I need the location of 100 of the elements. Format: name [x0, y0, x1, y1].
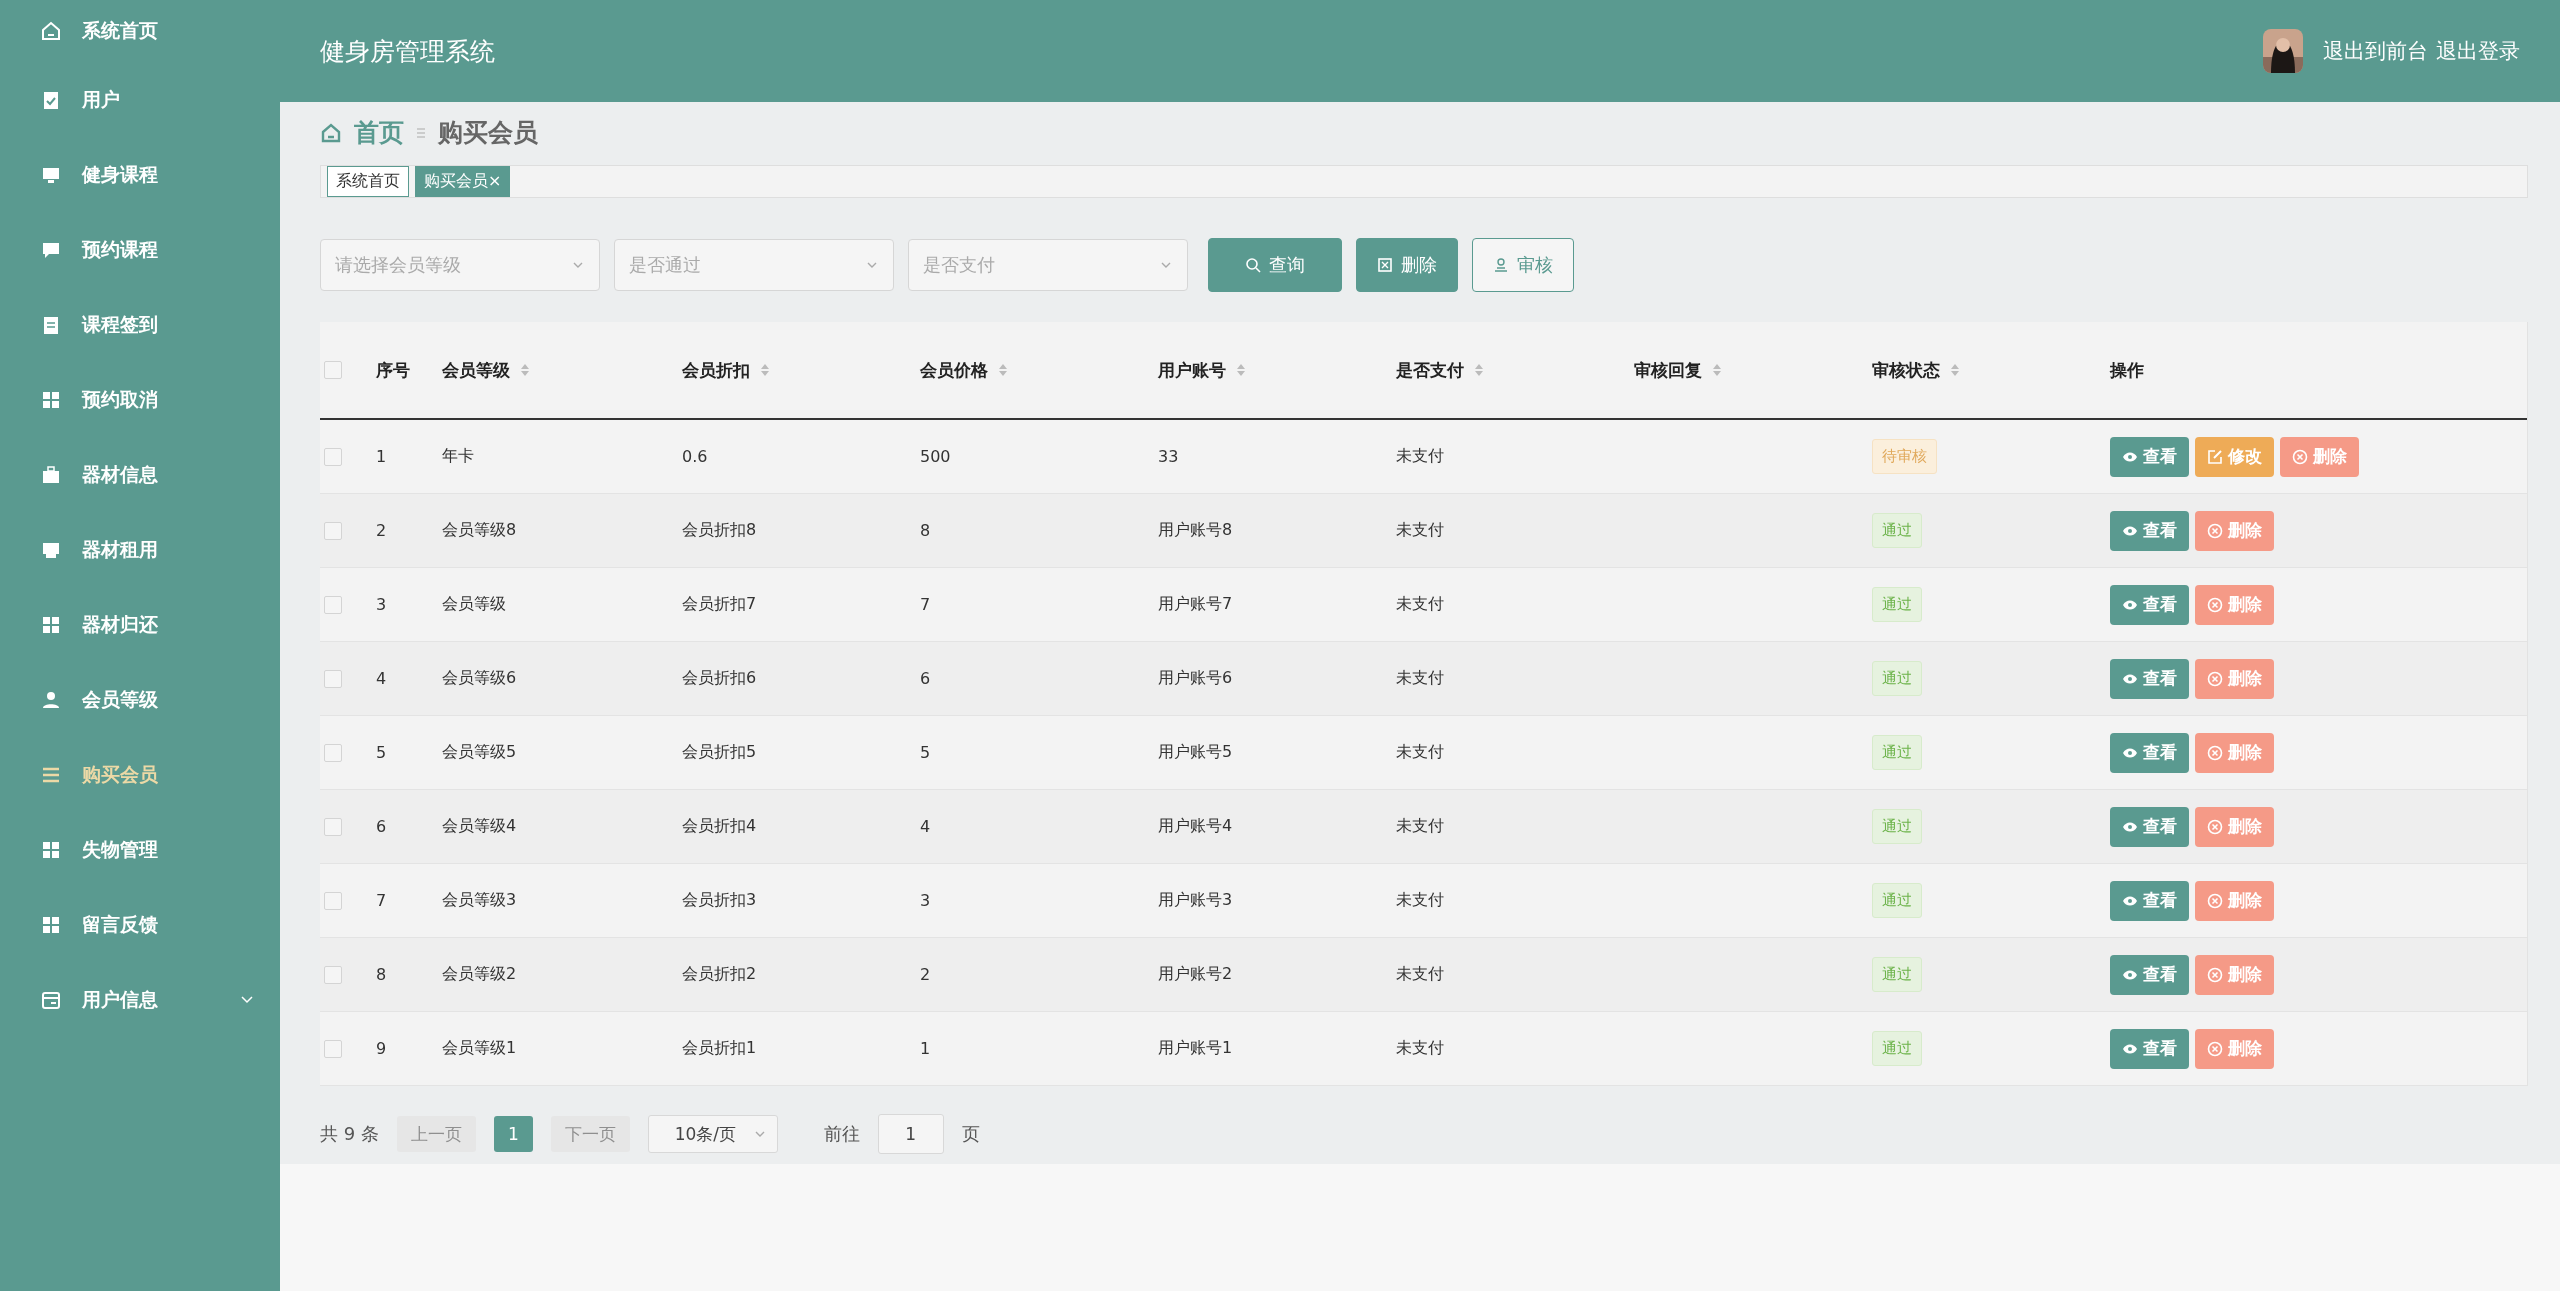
- sidebar-item[interactable]: 系统首页: [0, 0, 280, 62]
- table-cell-text: 4: [920, 817, 932, 836]
- sort-icon[interactable]: [1712, 363, 1722, 377]
- delete-button[interactable]: 删除: [2195, 584, 2274, 625]
- table-cell-text: 7: [920, 595, 932, 614]
- checkbox[interactable]: [324, 669, 342, 688]
- view-button[interactable]: 查看: [2110, 1028, 2189, 1069]
- delete-button[interactable]: 删除: [1356, 238, 1458, 292]
- column-header: 审核状态: [1872, 358, 1940, 382]
- next-page-button[interactable]: 下一页: [550, 1116, 630, 1152]
- checkbox[interactable]: [324, 521, 342, 540]
- sidebar-item[interactable]: 用户信息: [0, 962, 280, 1037]
- header-link[interactable]: 退出到前台: [2323, 37, 2428, 65]
- table-cell-text: 用户账号2: [1158, 964, 1234, 985]
- sort-icon[interactable]: [760, 363, 770, 377]
- close-circle-icon: [2207, 596, 2223, 613]
- select-field[interactable]: 是否支付: [908, 239, 1188, 291]
- sidebar-item[interactable]: 器材归还: [0, 587, 280, 662]
- audit-button[interactable]: 审核: [1472, 238, 1574, 292]
- table-cell-text: 会员等级: [442, 594, 507, 615]
- tab[interactable]: 系统首页: [327, 166, 409, 197]
- page-input[interactable]: 1: [877, 1114, 944, 1154]
- status-tag: 通过: [1872, 587, 1922, 622]
- header-link[interactable]: 退出登录: [2436, 37, 2520, 65]
- breadcrumb-item[interactable]: 首页: [354, 116, 404, 149]
- table-cell-text: 2: [376, 521, 388, 540]
- view-button[interactable]: 查看: [2110, 510, 2189, 551]
- sidebar-item[interactable]: 用户: [0, 62, 280, 137]
- view-button[interactable]: 查看: [2110, 732, 2189, 773]
- delete-button[interactable]: 删除: [2280, 436, 2359, 477]
- table-cell-text: 0.6: [682, 447, 709, 466]
- sort-icon[interactable]: [1950, 363, 1960, 377]
- delete-button[interactable]: 删除: [2195, 658, 2274, 699]
- page-size-select[interactable]: 10条/页: [647, 1115, 778, 1153]
- sidebar-item[interactable]: 留言反馈: [0, 887, 280, 962]
- sidebar-item[interactable]: 器材信息: [0, 437, 280, 512]
- sidebar-item[interactable]: 会员等级: [0, 662, 280, 737]
- status-tag: 通过: [1872, 809, 1922, 844]
- home-icon: [320, 121, 342, 144]
- sort-icon[interactable]: [998, 363, 1008, 377]
- page-unit: 页: [961, 1122, 980, 1146]
- tab[interactable]: 购买会员×: [415, 166, 511, 197]
- sidebar-item[interactable]: 预约课程: [0, 212, 280, 287]
- delete-button[interactable]: 删除: [2195, 880, 2274, 921]
- checkbox[interactable]: [324, 965, 342, 984]
- delete-button[interactable]: 删除: [2195, 954, 2274, 995]
- sidebar-item[interactable]: 器材租用: [0, 512, 280, 587]
- separator-icon: [416, 126, 426, 139]
- table-cell-text: 未支付: [1396, 816, 1445, 837]
- table-cell-text: 未支付: [1396, 890, 1445, 911]
- delete-button[interactable]: 删除: [2195, 732, 2274, 773]
- search-button[interactable]: 查询: [1208, 238, 1342, 292]
- table-cell-text: 会员等级3: [442, 890, 518, 911]
- table-cell-text: 未支付: [1396, 668, 1445, 689]
- edit-button[interactable]: 修改: [2195, 436, 2274, 477]
- delete-button[interactable]: 删除: [2195, 806, 2274, 847]
- table-cell-text: 未支付: [1396, 964, 1445, 985]
- checkbox[interactable]: [324, 1039, 342, 1058]
- page-button[interactable]: 1: [493, 1116, 533, 1152]
- view-button[interactable]: 查看: [2110, 880, 2189, 921]
- checkbox[interactable]: [324, 595, 342, 614]
- view-button[interactable]: 查看: [2110, 658, 2189, 699]
- select-field[interactable]: 请选择会员等级: [320, 239, 600, 291]
- table-cell-text: 7: [376, 891, 388, 910]
- column-header: 序号: [376, 358, 410, 382]
- checkbox[interactable]: [324, 817, 342, 836]
- view-button[interactable]: 查看: [2110, 584, 2189, 625]
- select-field[interactable]: 是否通过: [614, 239, 894, 291]
- eye-icon: [2122, 524, 2138, 537]
- sort-icon[interactable]: [1236, 363, 1246, 377]
- column-header: 会员折扣: [682, 358, 750, 382]
- delete-button[interactable]: 删除: [2195, 510, 2274, 551]
- checkbox[interactable]: [324, 743, 342, 762]
- eye-icon: [2122, 894, 2138, 907]
- table-cell-text: 年卡: [442, 446, 475, 467]
- sidebar-item[interactable]: 预约取消: [0, 362, 280, 437]
- delete-button[interactable]: 删除: [2195, 1028, 2274, 1069]
- eye-icon: [2122, 968, 2138, 981]
- sort-icon[interactable]: [1474, 363, 1484, 377]
- checkbox[interactable]: [324, 447, 342, 466]
- table-cell-text: 用户账号7: [1158, 594, 1234, 615]
- status-tag: 通过: [1872, 735, 1922, 770]
- table-cell-text: 未支付: [1396, 742, 1445, 763]
- column-header: 会员等级: [442, 358, 510, 382]
- sort-icon[interactable]: [520, 363, 530, 377]
- checkbox[interactable]: [324, 891, 342, 910]
- checkbox[interactable]: [324, 361, 342, 379]
- prev-page-button[interactable]: 上一页: [396, 1116, 476, 1152]
- sidebar-item[interactable]: 健身课程: [0, 137, 280, 212]
- view-button[interactable]: 查看: [2110, 954, 2189, 995]
- sidebar-item[interactable]: 课程签到: [0, 287, 280, 362]
- sidebar-item[interactable]: 失物管理: [0, 812, 280, 887]
- status-tag: 通过: [1872, 957, 1922, 992]
- view-button[interactable]: 查看: [2110, 806, 2189, 847]
- table-cell-text: 会员等级5: [442, 742, 518, 763]
- table-cell-text: 会员等级1: [442, 1038, 518, 1059]
- view-button[interactable]: 查看: [2110, 436, 2189, 477]
- sidebar-item[interactable]: 购买会员: [0, 737, 280, 812]
- column-header: 会员价格: [920, 358, 988, 382]
- briefcase-icon: [40, 463, 62, 486]
